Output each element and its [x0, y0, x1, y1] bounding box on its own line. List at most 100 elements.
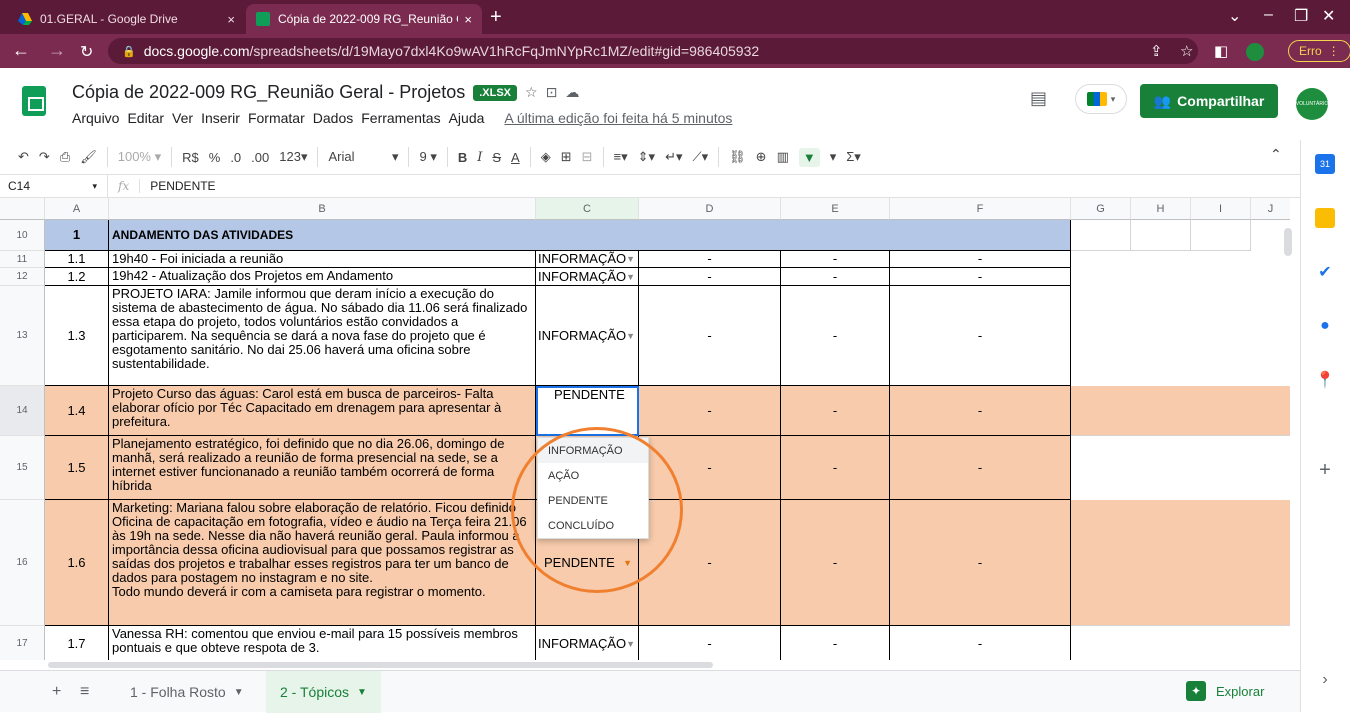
cell-f13[interactable]: - [890, 286, 1071, 386]
print-icon[interactable]: ⎙ [60, 149, 70, 165]
add-sheet-button[interactable]: + [52, 683, 61, 701]
new-tab-button[interactable]: + [490, 6, 502, 29]
redo-icon[interactable]: ↷ [39, 149, 50, 165]
cell-b10[interactable]: ANDAMENTO DAS ATIVIDADES [109, 220, 1071, 251]
cell-f15[interactable]: - [890, 436, 1071, 500]
cell-d11[interactable]: - [639, 251, 781, 268]
decrease-decimal-button[interactable]: .0 [230, 150, 241, 165]
move-folder-icon[interactable]: ⊡ [546, 84, 566, 100]
cell-i10[interactable] [1191, 220, 1251, 251]
row-header[interactable]: 13 [0, 286, 45, 386]
chevron-down-icon[interactable]: ⌄ [1228, 6, 1241, 26]
cell-f17[interactable]: - [890, 626, 1071, 660]
cell-b17[interactable]: Vanessa RH: comentou que enviou e-mail p… [109, 626, 536, 660]
explore-button[interactable]: ✦ Explorar [1186, 681, 1264, 701]
maps-icon[interactable]: 📍 [1315, 370, 1335, 390]
cell-c12-dropdown[interactable]: INFORMAÇÃO ▼ [536, 268, 639, 286]
filter-icon[interactable]: ▼ [798, 147, 820, 167]
profile-avatar[interactable] [1246, 43, 1264, 61]
insert-chart-icon[interactable]: ▥ [777, 149, 789, 165]
close-icon[interactable]: × [464, 12, 472, 27]
row16-extra-cells[interactable] [1071, 500, 1290, 626]
paint-format-icon[interactable]: 🖌 [80, 149, 97, 165]
cell-e16[interactable]: - [781, 500, 890, 626]
account-avatar[interactable]: VOLUNTÁRIO [1296, 88, 1328, 120]
tasks-icon[interactable]: ✔ [1315, 262, 1335, 282]
number-format-select[interactable]: 123▾ [279, 149, 307, 165]
column-header-c[interactable]: C [536, 198, 639, 220]
cell-e14[interactable]: - [781, 386, 890, 436]
cell-a10[interactable]: 1 [45, 220, 109, 251]
cell-b12[interactable]: 19h42 - Atualização dos Projetos em Anda… [109, 268, 536, 286]
sheets-logo-icon[interactable] [22, 86, 46, 116]
row-header[interactable]: 12 [0, 268, 45, 286]
cell-a13[interactable]: 1.3 [45, 286, 109, 386]
menu-ver[interactable]: Ver [172, 110, 193, 126]
menu-ferramentas[interactable]: Ferramentas [361, 110, 440, 126]
bold-icon[interactable]: B [458, 150, 467, 165]
column-header-d[interactable]: D [639, 198, 781, 220]
browser-tab-sheet[interactable]: Cópia de 2022-009 RG_Reunião G × [246, 4, 482, 34]
side-panel-icon[interactable]: ◧ [1214, 42, 1228, 60]
menu-inserir[interactable]: Inserir [201, 110, 240, 126]
insert-link-icon[interactable]: ⛓ [729, 149, 746, 165]
cell-e12[interactable]: - [781, 268, 890, 286]
cell-c11-dropdown[interactable]: INFORMAÇÃO ▼ [536, 251, 639, 268]
row-header[interactable]: 15 [0, 436, 45, 500]
menu-editar[interactable]: Editar [127, 110, 164, 126]
text-color-icon[interactable]: A [511, 150, 520, 165]
cell-a15[interactable]: 1.5 [45, 436, 109, 500]
menu-ajuda[interactable]: Ajuda [449, 110, 485, 126]
currency-button[interactable]: R$ [182, 150, 199, 165]
column-header-j[interactable]: J [1251, 198, 1290, 220]
bookmark-star-icon[interactable]: ☆ [1180, 42, 1193, 60]
share-button[interactable]: 👥 Compartilhar [1140, 84, 1278, 118]
back-icon[interactable]: ← [12, 40, 30, 61]
name-box[interactable]: C14 ▾ [0, 175, 108, 197]
url-input[interactable]: 🔒 docs.google.com /spreadsheets/d/19Mayo… [108, 38, 1198, 64]
cell-d12[interactable]: - [639, 268, 781, 286]
star-icon[interactable]: ☆ [525, 84, 546, 100]
cell-f16[interactable]: - [890, 500, 1071, 626]
fill-color-icon[interactable]: ◈ [541, 149, 551, 165]
restore-icon[interactable]: ❐ [1294, 6, 1308, 26]
cell-a14[interactable]: 1.4 [45, 386, 109, 436]
cloud-status-icon[interactable]: ☁ [565, 84, 587, 100]
close-icon[interactable]: × [227, 12, 235, 27]
menu-formatar[interactable]: Formatar [248, 110, 305, 126]
column-header-e[interactable]: E [781, 198, 890, 220]
cell-f11[interactable]: - [890, 251, 1071, 268]
horizontal-scrollbar[interactable] [48, 662, 713, 668]
column-header-f[interactable]: F [890, 198, 1071, 220]
cell-c13-dropdown[interactable]: INFORMAÇÃO ▼ [536, 286, 639, 386]
undo-icon[interactable]: ↶ [18, 149, 29, 165]
cell-b11[interactable]: 19h40 - Foi iniciada a reunião [109, 251, 536, 268]
text-wrap-icon[interactable]: ↵▾ [665, 149, 682, 165]
borders-icon[interactable]: ⊞ [561, 149, 572, 165]
expand-panel-icon[interactable]: › [1315, 670, 1335, 690]
row-header[interactable]: 17 [0, 626, 45, 660]
column-header-h[interactable]: H [1131, 198, 1191, 220]
cell-h10[interactable] [1131, 220, 1191, 251]
sheet-tab-folha-rosto[interactable]: 1 - Folha Rosto ▼ [116, 671, 258, 713]
cell-e15[interactable]: - [781, 436, 890, 500]
vertical-align-icon[interactable]: ⇕▾ [638, 149, 655, 165]
select-all-corner[interactable] [0, 198, 45, 220]
sheet-tab-topicos[interactable]: 2 - Tópicos ▼ [266, 671, 381, 713]
cell-e17[interactable]: - [781, 626, 890, 660]
calendar-icon[interactable]: 31 [1315, 154, 1335, 174]
font-size-select[interactable]: 9 ▾ [419, 149, 436, 165]
cell-g10[interactable] [1071, 220, 1131, 251]
all-sheets-button[interactable]: ≡ [80, 683, 89, 701]
column-header-i[interactable]: I [1191, 198, 1251, 220]
formula-input[interactable]: PENDENTE [140, 179, 215, 193]
collapse-menus-icon[interactable]: ⌃ [1270, 146, 1282, 163]
menu-arquivo[interactable]: Arquivo [72, 110, 119, 126]
document-title[interactable]: Cópia de 2022-009 RG_Reunião Geral - Pro… [72, 82, 465, 103]
comment-history-icon[interactable]: ▤ [1030, 88, 1047, 109]
cell-c17-dropdown[interactable]: INFORMAÇÃO ▼ [536, 626, 639, 660]
cell-d17[interactable]: - [639, 626, 781, 660]
cell-e13[interactable]: - [781, 286, 890, 386]
cell-b13[interactable]: PROJETO IARA: Jamile informou que deram … [109, 286, 536, 386]
font-select[interactable]: Arial ▾ [328, 149, 398, 165]
